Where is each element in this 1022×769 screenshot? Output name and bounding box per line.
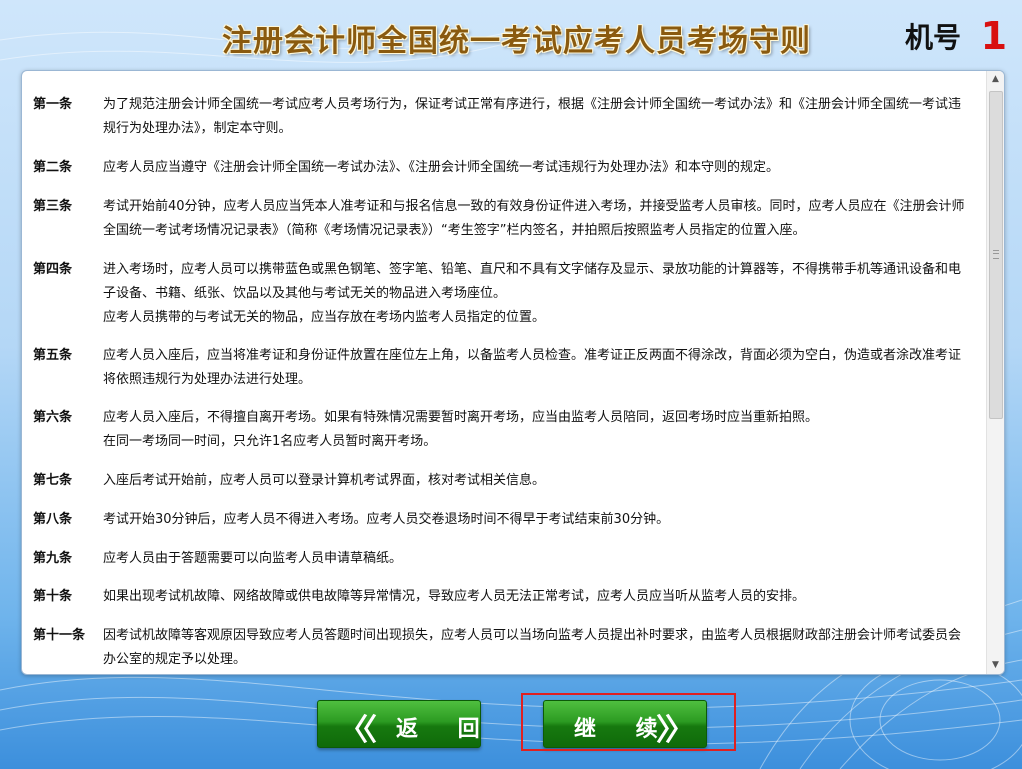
rule-label: 第一条 (33, 97, 73, 112)
rule-label: 第二条 (33, 160, 73, 175)
rule-label: 第十条 (33, 589, 73, 604)
double-chevron-right-icon: 〉〉 (656, 713, 695, 748)
machine-number-display: 机号 1 (905, 14, 1007, 58)
rule-label: 第十一条 (33, 628, 86, 643)
rule-text: 应考人员应当遵守《注册会计师全国统一考试办法》、《注册会计师全国统一考试违规行为… (103, 160, 780, 175)
rule-text: 应考人员携带的与考试无关的物品，应当存放在考场内监考人员指定的位置。 (103, 310, 546, 325)
back-button-label: 返 回 (396, 717, 496, 742)
scroll-up-arrow-icon[interactable]: ▲ (987, 71, 1004, 88)
rule-text: 为了规范注册会计师全国统一考试应考人员考场行为，保证考试正常有序进行，根据《注册… (103, 97, 962, 136)
back-button[interactable]: 〈〈 返 回 (317, 700, 481, 748)
rule-label: 第五条 (33, 348, 73, 363)
rule-text: 进入考场时，应考人员可以携带蓝色或黑色钢笔、签字笔、铅笔、直尺和不具有文字储存及… (103, 262, 962, 301)
rule-text: 应考人员入座后，不得擅自离开考场。如果有特殊情况需要暂时离开考场，应当由监考人员… (103, 410, 819, 425)
machine-number: 1 (980, 14, 1008, 58)
machine-label: 机号 (905, 21, 962, 54)
rule-text: 应考人员由于答题需要可以向监考人员申请草稿纸。 (103, 551, 403, 566)
scroll-down-arrow-icon[interactable]: ▼ (987, 657, 1004, 674)
continue-button[interactable]: 继 续 〉〉 (543, 700, 707, 748)
rule-text: 考试开始30分钟后，应考人员不得进入考场。应考人员交卷退场时间不得早于考试结束前… (103, 512, 670, 527)
rule-label: 第七条 (33, 473, 73, 488)
rule-text: 因考试机故障等客观原因导致应考人员答题时间出现损失，应考人员可以当场向监考人员提… (103, 628, 962, 667)
scrollbar-thumb[interactable] (989, 91, 1003, 419)
vertical-scrollbar[interactable]: ▲ ▼ (986, 71, 1004, 674)
rule-text: 如果出现考试机故障、网络故障或供电故障等异常情况，导致应考人员无法正常考试，应考… (103, 589, 806, 604)
rule-label: 第九条 (33, 551, 73, 566)
rule-text: 在同一考场同一时间，只允许1名应考人员暂时离开考场。 (103, 434, 437, 449)
rule-text: 考试开始前40分钟，应考人员应当凭本人准考证和与报名信息一致的有效身份证件进入考… (103, 199, 965, 238)
rule-label: 第六条 (33, 410, 73, 425)
rule-text: 入座后考试开始前，应考人员可以登录计算机考试界面，核对考试相关信息。 (103, 473, 546, 488)
rule-label: 第八条 (33, 512, 73, 527)
scrollbar-grip-icon (993, 250, 999, 259)
rule-text: 应考人员入座后，应当将准考证和身份证件放置在座位左上角，以备监考人员检查。准考证… (103, 348, 962, 387)
rule-label: 第四条 (33, 262, 73, 277)
rules-content: 第一条 为了规范注册会计师全国统一考试应考人员考场行为，保证考试正常有序进行，根… (22, 71, 986, 674)
page-title: 注册会计师全国统一考试应考人员考场守则 (222, 24, 811, 59)
rule-label: 第三条 (33, 199, 73, 214)
double-chevron-left-icon: 〈〈 (338, 713, 377, 748)
rules-panel: 第一条 为了规范注册会计师全国统一考试应考人员考场行为，保证考试正常有序进行，根… (21, 70, 1005, 675)
